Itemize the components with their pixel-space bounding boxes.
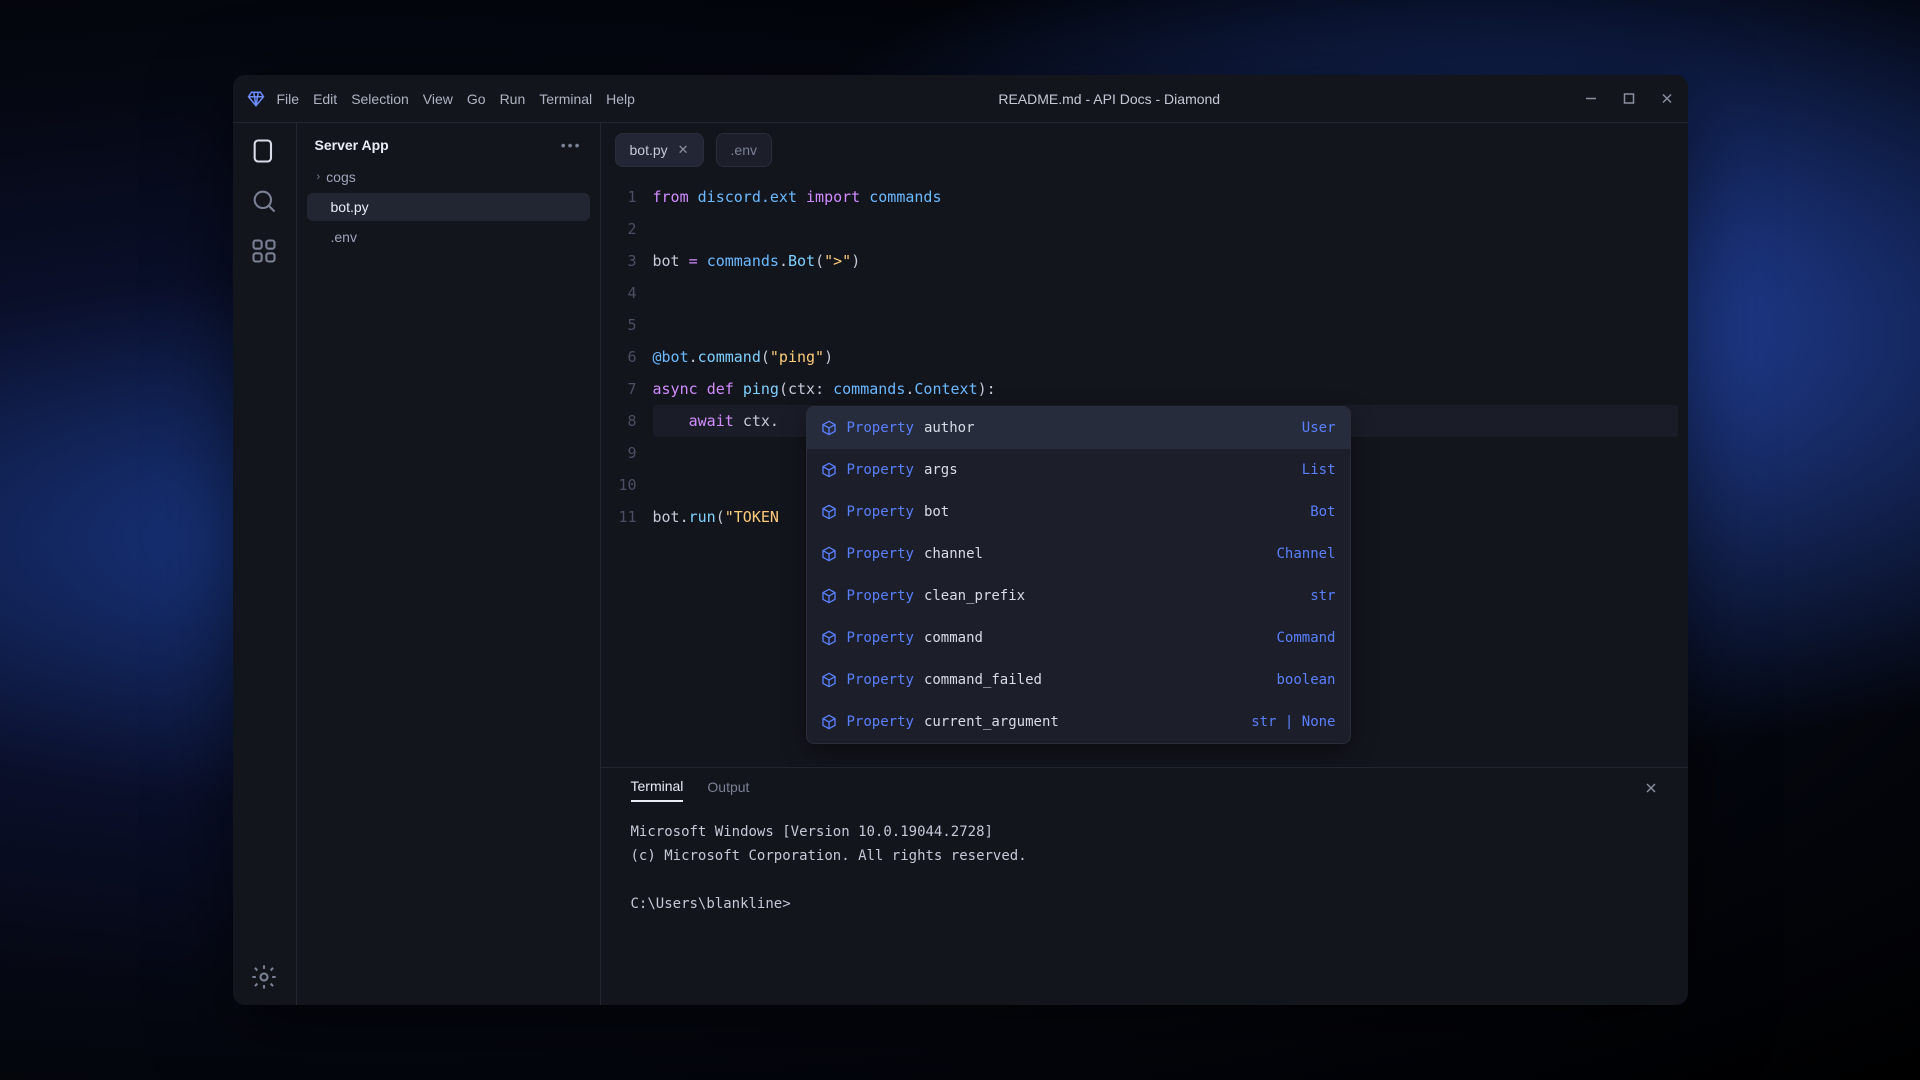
completion-name: clean_prefix xyxy=(924,580,1300,612)
property-icon xyxy=(821,546,837,562)
app-logo-icon xyxy=(247,90,265,108)
completion-name: bot xyxy=(924,496,1300,528)
tree-item-label: cogs xyxy=(326,169,356,185)
tree-item-bot-py[interactable]: bot.py xyxy=(307,193,590,221)
menu-view[interactable]: View xyxy=(423,91,453,107)
completion-bot[interactable]: Property bot Bot xyxy=(807,491,1350,533)
completion-type: List xyxy=(1302,454,1336,486)
panel-tab-terminal[interactable]: Terminal xyxy=(631,778,684,802)
panel-close-icon[interactable] xyxy=(1644,781,1658,799)
explorer-sidebar: Server App ••• › cogs bot.py .env xyxy=(297,123,601,1005)
completion-command_failed[interactable]: Property command_failed boolean xyxy=(807,659,1350,701)
tab--env[interactable]: .env xyxy=(716,133,772,167)
property-icon xyxy=(821,714,837,730)
code-line-2[interactable] xyxy=(653,213,1688,245)
tab-label: .env xyxy=(731,142,757,158)
completion-name: command_failed xyxy=(924,664,1267,696)
menu-run[interactable]: Run xyxy=(500,91,526,107)
extensions-icon[interactable] xyxy=(250,237,278,265)
completion-author[interactable]: Property author User xyxy=(807,407,1350,449)
completion-name: channel xyxy=(924,538,1267,570)
code-content[interactable]: from discord.ext import commands bot = co… xyxy=(653,181,1688,767)
app-window: File Edit Selection View Go Run Terminal Help R… xyxy=(233,75,1688,1005)
tab-label: bot.py xyxy=(630,142,668,158)
explorer-icon[interactable] xyxy=(250,137,278,165)
property-icon xyxy=(821,504,837,520)
close-button[interactable] xyxy=(1660,90,1674,107)
code-line-3[interactable]: bot = commands.Bot(">") xyxy=(653,245,1688,277)
completion-type: User xyxy=(1302,412,1336,444)
menu-file[interactable]: File xyxy=(277,91,300,107)
more-icon[interactable]: ••• xyxy=(561,137,582,153)
code-line-5[interactable] xyxy=(653,309,1688,341)
completion-kind: Property xyxy=(847,622,914,654)
property-icon xyxy=(821,588,837,604)
completion-command[interactable]: Property command Command xyxy=(807,617,1350,659)
completion-name: args xyxy=(924,454,1292,486)
completion-name: author xyxy=(924,412,1292,444)
editor-area: bot.py ✕ .env 1234567891011 from discord.e… xyxy=(601,123,1688,1005)
completion-kind: Property xyxy=(847,412,914,444)
property-icon xyxy=(821,420,837,436)
completion-kind: Property xyxy=(847,580,914,612)
completion-kind: Property xyxy=(847,538,914,570)
line-gutter: 1234567891011 xyxy=(601,181,653,767)
tree-item--env[interactable]: .env xyxy=(307,223,590,251)
completion-clean_prefix[interactable]: Property clean_prefix str xyxy=(807,575,1350,617)
completion-kind: Property xyxy=(847,664,914,696)
completion-type: Bot xyxy=(1310,496,1335,528)
completion-name: command xyxy=(924,622,1267,654)
code-editor[interactable]: 1234567891011 from discord.ext import co… xyxy=(601,167,1688,767)
menu-edit[interactable]: Edit xyxy=(313,91,337,107)
maximize-button[interactable] xyxy=(1622,90,1636,107)
tab-bot-py[interactable]: bot.py ✕ xyxy=(615,133,704,167)
panel-tab-output[interactable]: Output xyxy=(707,779,749,801)
property-icon xyxy=(821,630,837,646)
tree-item-label: .env xyxy=(331,229,357,245)
titlebar: File Edit Selection View Go Run Terminal Help R… xyxy=(233,75,1688,123)
search-icon[interactable] xyxy=(250,187,278,215)
tree-item-cogs[interactable]: › cogs xyxy=(307,163,590,191)
tab-close-icon[interactable]: ✕ xyxy=(678,142,689,158)
completion-kind: Property xyxy=(847,706,914,738)
bottom-panel: Terminal Output Microsoft Windows [Versio… xyxy=(601,767,1688,1005)
completion-type: str | None xyxy=(1251,706,1335,738)
menu-terminal[interactable]: Terminal xyxy=(539,91,592,107)
menu-bar: File Edit Selection View Go Run Terminal Help xyxy=(277,91,635,107)
editor-tabs: bot.py ✕ .env xyxy=(601,123,1688,167)
code-line-7[interactable]: async def ping(ctx: commands.Context): xyxy=(653,373,1688,405)
completion-kind: Property xyxy=(847,454,914,486)
panel-tabs: Terminal Output xyxy=(601,768,1688,802)
code-line-4[interactable] xyxy=(653,277,1688,309)
settings-icon[interactable] xyxy=(250,963,278,991)
completion-name: current_argument xyxy=(924,706,1241,738)
file-tree: › cogs bot.py .env xyxy=(307,163,590,251)
completion-kind: Property xyxy=(847,496,914,528)
terminal-output[interactable]: Microsoft Windows [Version 10.0.19044.27… xyxy=(601,802,1688,1005)
completion-args[interactable]: Property args List xyxy=(807,449,1350,491)
menu-help[interactable]: Help xyxy=(606,91,635,107)
completion-type: boolean xyxy=(1276,664,1335,696)
project-title: Server App xyxy=(315,137,389,153)
window-controls xyxy=(1584,90,1674,107)
property-icon xyxy=(821,462,837,478)
code-line-6[interactable]: @bot.command("ping") xyxy=(653,341,1688,373)
minimize-button[interactable] xyxy=(1584,90,1598,107)
code-line-1[interactable]: from discord.ext import commands xyxy=(653,181,1688,213)
autocomplete-popup[interactable]: PropertyauthorUserPropertyargsListProper… xyxy=(806,406,1351,744)
menu-selection[interactable]: Selection xyxy=(351,91,409,107)
chevron-right-icon: › xyxy=(317,171,321,183)
completion-channel[interactable]: Property channel Channel xyxy=(807,533,1350,575)
completion-type: Command xyxy=(1276,622,1335,654)
completion-type: Channel xyxy=(1276,538,1335,570)
activity-bar xyxy=(233,123,297,1005)
completion-current_argument[interactable]: Property current_argument str | None xyxy=(807,701,1350,743)
completion-type: str xyxy=(1310,580,1335,612)
window-title: README.md - API Docs - Diamond xyxy=(635,91,1584,107)
menu-go[interactable]: Go xyxy=(467,91,486,107)
window-body: Server App ••• › cogs bot.py .env bot.py ✕ .e… xyxy=(233,123,1688,1005)
tree-item-label: bot.py xyxy=(331,199,369,215)
property-icon xyxy=(821,672,837,688)
